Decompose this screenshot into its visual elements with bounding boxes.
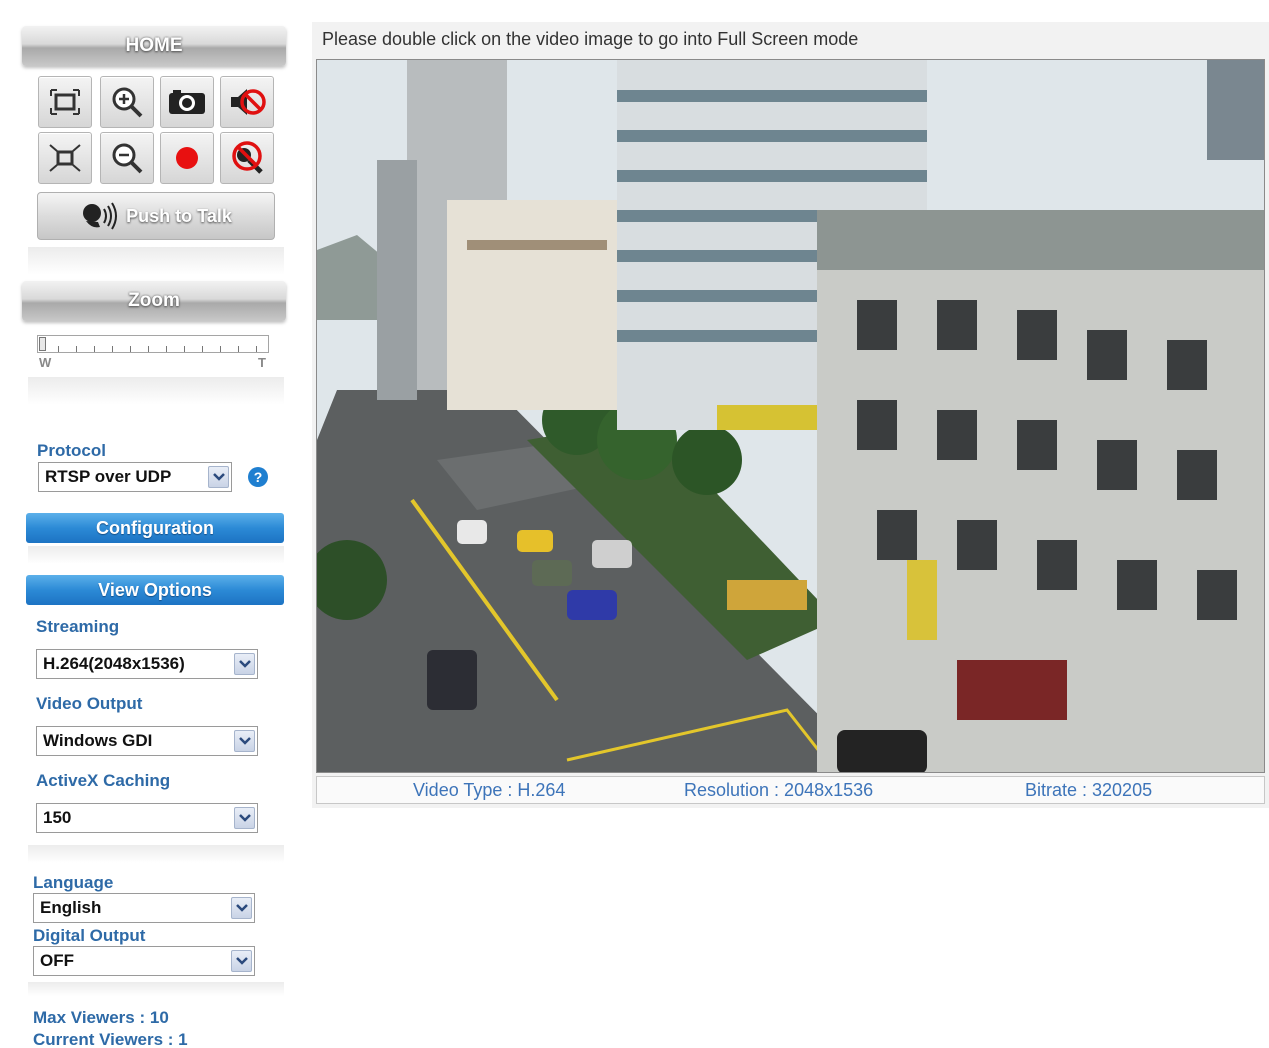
fit-window-button[interactable]: [38, 132, 92, 184]
fullscreen-button[interactable]: [38, 76, 92, 128]
digital-output-select[interactable]: OFF: [33, 946, 255, 976]
separator: [28, 982, 284, 996]
zoom-tick: [130, 346, 131, 352]
chevron-down-icon[interactable]: [231, 950, 252, 972]
microphone-mute-icon: [232, 141, 263, 174]
chevron-down-icon[interactable]: [234, 730, 255, 752]
streaming-select[interactable]: H.264(2048x1536): [36, 649, 258, 679]
microphone-mute-button[interactable]: [220, 132, 274, 184]
separator: [28, 247, 284, 275]
language-value: English: [40, 898, 102, 917]
zoom-tick: [256, 346, 257, 352]
video-image: [317, 60, 1264, 772]
snapshot-camera-icon: [169, 90, 205, 114]
zoom-slider-handle[interactable]: [39, 337, 46, 351]
language-label: Language: [33, 873, 114, 892]
configuration-button[interactable]: Configuration: [26, 513, 284, 543]
zoom-tick: [58, 346, 59, 352]
help-icon[interactable]: ?: [248, 467, 268, 487]
separator: [28, 377, 284, 405]
fullscreen-hint: Please double click on the video image t…: [322, 29, 859, 49]
record-icon: [176, 147, 198, 169]
digital-output-label: Digital Output: [33, 926, 146, 945]
chevron-down-icon[interactable]: [234, 653, 255, 675]
push-to-talk-button[interactable]: Push to Talk: [37, 192, 275, 240]
push-to-talk-label: Push to Talk: [126, 205, 232, 226]
streaming-label: Streaming: [36, 617, 120, 636]
zoom-out-icon: [112, 143, 143, 174]
video-output-label: Video Output: [36, 694, 143, 713]
video-output-value: Windows GDI: [43, 731, 153, 750]
activex-caching-select[interactable]: 150: [36, 803, 258, 833]
fit-window-icon: [49, 144, 81, 172]
video-stream[interactable]: [316, 59, 1265, 773]
zoom-tick: [76, 346, 77, 352]
zoom-tick: [238, 346, 239, 352]
protocol-label: Protocol: [37, 441, 106, 460]
activex-caching-value: 150: [43, 808, 72, 827]
zoom-tick: [184, 346, 185, 352]
separator: [28, 546, 284, 564]
zoom-header[interactable]: Zoom: [22, 281, 286, 321]
resolution-text: Resolution : 2048x1536: [684, 780, 874, 800]
protocol-select[interactable]: RTSP over UDP: [38, 462, 232, 492]
current-viewers-text: Current Viewers : 1: [33, 1030, 188, 1048]
speaker-mute-button[interactable]: [220, 76, 274, 128]
zoom-tick: [220, 346, 221, 352]
zoom-tick: [94, 346, 95, 352]
bitrate-text: Bitrate : 320205: [1025, 780, 1153, 800]
video-info-bar: Video Type : H.264 Resolution : 2048x153…: [316, 776, 1265, 804]
zoom-tick: [166, 346, 167, 352]
protocol-value: RTSP over UDP: [45, 467, 172, 486]
camera-viewer-page: HOME Push to Talk Zoom W T Protocol RTSP…: [0, 0, 1269, 1048]
video-output-select[interactable]: Windows GDI: [36, 726, 258, 756]
talk-speaker-icon: [83, 202, 118, 230]
zoom-tele-label: T: [258, 355, 266, 370]
language-select[interactable]: English: [33, 893, 255, 923]
chevron-down-icon[interactable]: [208, 466, 229, 488]
zoom-tick: [202, 346, 203, 352]
zoom-wide-label: W: [39, 355, 52, 370]
zoom-tick: [112, 346, 113, 352]
chevron-down-icon[interactable]: [234, 807, 255, 829]
max-viewers-text: Max Viewers : 10: [33, 1008, 169, 1027]
zoom-out-button[interactable]: [100, 132, 154, 184]
activex-caching-label: ActiveX Caching: [36, 771, 171, 790]
chevron-down-icon[interactable]: [231, 897, 252, 919]
separator: [28, 845, 284, 863]
zoom-in-button[interactable]: [100, 76, 154, 128]
streaming-value: H.264(2048x1536): [43, 654, 185, 673]
view-options-button[interactable]: View Options: [26, 575, 284, 605]
zoom-tick: [148, 346, 149, 352]
fullscreen-icon: [50, 89, 80, 115]
video-type-text: Video Type : H.264: [413, 780, 566, 800]
zoom-in-icon: [112, 87, 143, 118]
home-header[interactable]: HOME: [22, 26, 286, 66]
snapshot-button[interactable]: [160, 76, 214, 128]
speaker-mute-icon: [231, 89, 266, 115]
digital-output-value: OFF: [40, 951, 74, 970]
zoom-slider[interactable]: [37, 335, 269, 353]
record-button[interactable]: [160, 132, 214, 184]
